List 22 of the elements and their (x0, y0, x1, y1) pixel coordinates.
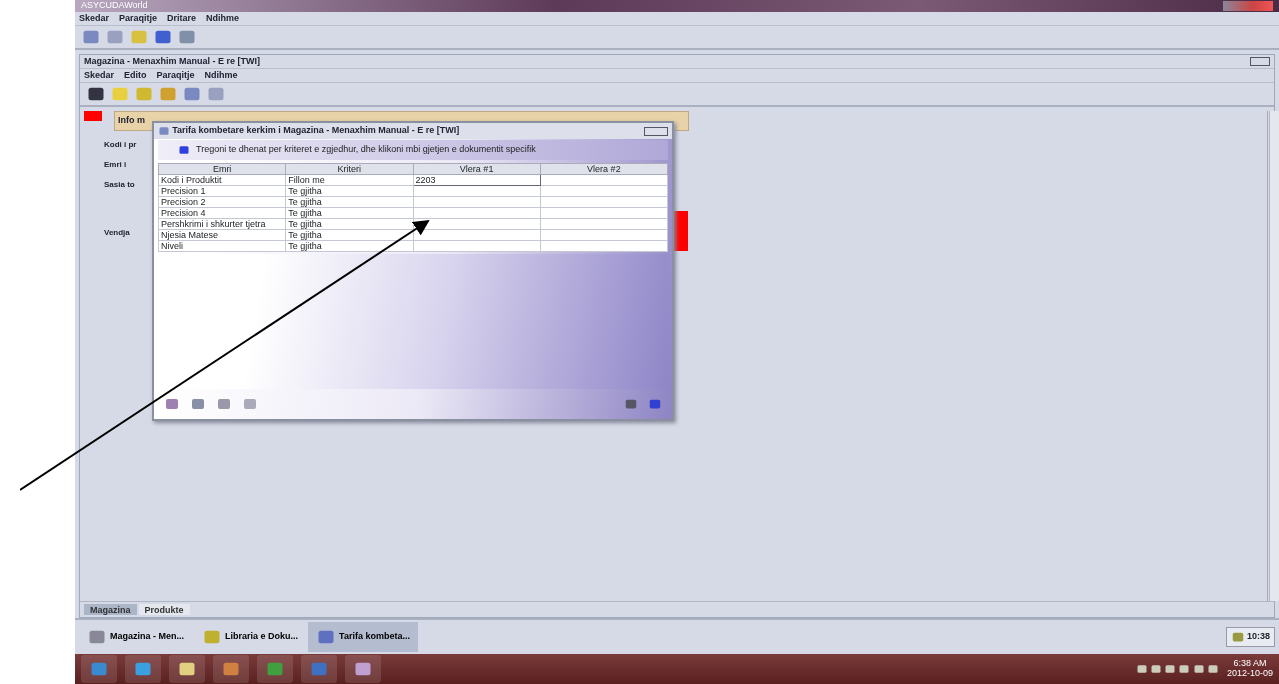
table-cell: Kodi i Produktit (158, 174, 286, 186)
table-cell: Precision 1 (158, 185, 286, 197)
column-header: Emri (158, 163, 286, 175)
table-cell: Precision 4 (158, 207, 286, 219)
window-title: ASYCUDAWorld (81, 0, 148, 13)
column-header: Vlera #2 (540, 163, 668, 175)
frame-title: Magazina - Menaxhim Manual - E re [TWI] (84, 54, 261, 68)
column-header: Kriteri (285, 163, 413, 175)
table-cell: Pershkrimi i shkurter tjetra (158, 218, 286, 230)
field-label: Sasia to (104, 178, 135, 191)
dialog-title: Tarifa kombetare kerkim i Magazina - Menaxhim Manual - E re [TWI] (172, 124, 460, 138)
field-label: Emri i (104, 158, 127, 171)
table-cell: Precision 2 (158, 196, 286, 208)
field-label: Vendja (104, 226, 130, 239)
tray-time: 6:38 AM (1232, 659, 1268, 669)
table-cell: Niveli (158, 240, 286, 252)
field-label: Kodi i pr (104, 138, 137, 151)
table-cell: Njesia Matese (158, 229, 286, 241)
hint-text: Tregoni te dhenat per kriteret e zgjedhur, dhe klikoni mbi gjetjen e dokumentit specifik (196, 143, 536, 157)
column-header: Vlera #1 (413, 163, 541, 175)
tray-date: 2012-10-09 (1226, 669, 1273, 679)
clock-text: 10:38 (1246, 630, 1270, 644)
